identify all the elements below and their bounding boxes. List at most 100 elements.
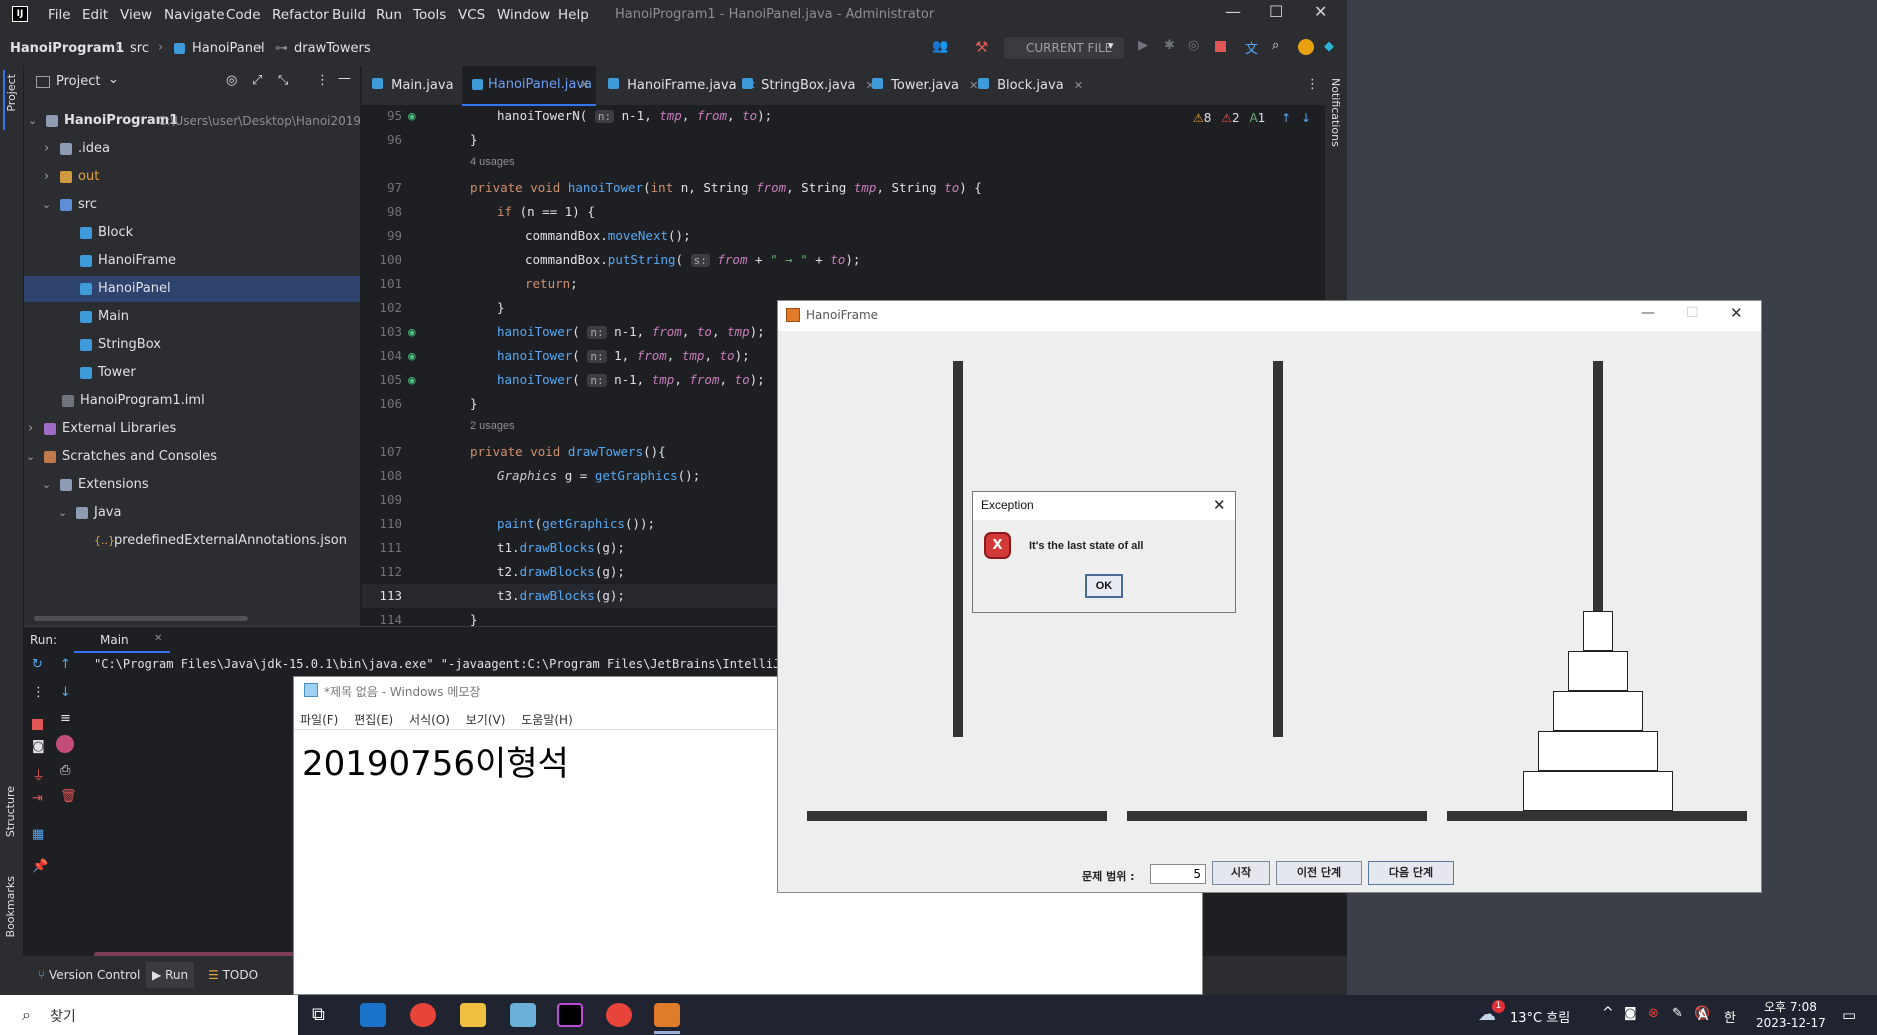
hammer-icon[interactable]: ⚒ [975,38,988,56]
debug-icon[interactable]: ✱ [1164,38,1175,53]
chrome-icon[interactable] [606,1003,632,1027]
run-config-select[interactable]: CURRENT FILE ▾ [1004,37,1124,59]
tree-item-hanoiframe[interactable]: HanoiFrame [24,248,360,274]
menu-navigate[interactable]: Navigate [164,7,225,23]
tab-tower-java[interactable]: Tower.java ✕ [872,78,978,93]
chevron-up-icon[interactable]: ^ [1602,1005,1614,1021]
breadcrumb-folder[interactable]: src [130,41,149,56]
menu-refactor[interactable]: Refactor [272,7,329,23]
hide-icon[interactable]: — [338,71,351,86]
collapse-icon[interactable]: ⤡ [278,73,288,88]
weather-text[interactable]: 13°C 흐림 [1510,1007,1570,1026]
update-icon[interactable] [1298,39,1314,55]
tree-item-java[interactable]: ⌄ Java [24,500,360,526]
notification-center-icon[interactable]: ▭ [1842,1006,1856,1024]
tree-item-out[interactable]: › out [24,164,360,190]
code-line[interactable]: 98 if (n == 1) { [362,200,1347,224]
start-button[interactable]: 시작 [1212,861,1270,885]
taskbar-search[interactable]: ⌕ 찾기 [0,995,298,1035]
horizontal-scrollbar[interactable] [34,616,248,621]
run-icon[interactable]: ▶ [1138,38,1148,53]
close-icon[interactable]: ✕ [1730,304,1743,322]
ime-mode[interactable]: A [1698,1006,1708,1024]
usages-hint[interactable]: 4 usages [362,152,1347,172]
close-icon[interactable]: ✕ [154,633,162,644]
code-line[interactable]: 100 commandBox.putString( s: from + " → "… [362,248,1347,272]
profile-icon[interactable]: ◎ [1188,38,1199,53]
structure-tool-button[interactable]: Structure [4,786,17,837]
ok-button[interactable]: OK [1085,574,1123,598]
clock-time[interactable]: 오후 7:08 [1764,998,1817,1015]
project-panel-title[interactable]: Project [56,74,100,89]
wrap-icon[interactable]: ≡ [60,711,71,726]
print-icon[interactable]: ⎙ [60,763,70,778]
console-output[interactable]: "C:\Program Files\Java\jdk-15.0.1\bin\ja… [94,657,802,671]
notepad-menu-help[interactable]: 도움말(H) [521,713,573,727]
tree-item-main[interactable]: Main [24,304,360,330]
camera-icon[interactable]: ◙ [32,739,45,754]
arrow-down-icon[interactable]: ↓ [60,685,71,700]
ime-language[interactable]: 한 [1724,1007,1736,1026]
users-icon[interactable]: 👥 [932,39,948,54]
java-taskbar-icon[interactable] [654,1003,680,1027]
scroll-end-icon[interactable] [56,735,74,753]
tree-item-src[interactable]: ⌄ src [24,192,360,218]
close-icon[interactable]: ✕ [1213,496,1226,514]
next-step-button[interactable]: 다음 단계 [1368,861,1454,885]
maximize-icon[interactable]: ☐ [1269,2,1283,21]
tab-main-java[interactable]: Main.java ✕ [372,78,473,93]
tree-item-block[interactable]: Block [24,220,360,246]
menu-edit[interactable]: Edit [82,7,108,23]
run-tool-button[interactable]: ▶ Run [146,962,195,988]
tree-item-iml[interactable]: HanoiProgram1.iml [24,388,360,414]
chevron-down-icon[interactable]: ⌄ [108,72,119,87]
clock-date[interactable]: 2023-12-17 [1756,1016,1826,1030]
network-icon[interactable]: ⊗ [1648,1006,1659,1021]
camera-icon[interactable]: ◙ [1624,1006,1637,1021]
stop-icon[interactable] [32,719,43,730]
close-icon[interactable]: ✕ [1074,79,1083,92]
tab-hanoipanel-java[interactable]: HanoiPanel.java ✕ [462,66,596,106]
todo-button[interactable]: ☰ TODO [208,968,258,982]
code-line[interactable]: 99 commandBox.moveNext(); [362,224,1347,248]
tree-item-annotations-json[interactable]: {..} predefinedExternalAnnotations.json [24,528,360,554]
menu-tools[interactable]: Tools [413,7,446,23]
menu-file[interactable]: File [48,7,71,23]
tab-hanoiframe-java[interactable]: HanoiFrame.java ✕ [608,78,756,93]
notepad-menu-edit[interactable]: 편집(E) [354,713,393,727]
minimize-icon[interactable]: — [1225,2,1241,21]
translate-icon[interactable]: 文 [1245,38,1258,57]
range-input[interactable]: 5 [1150,864,1206,884]
tab-more-icon[interactable]: ⋮ [1306,77,1319,92]
menu-help[interactable]: Help [558,7,589,23]
version-control-button[interactable]: ⑂ Version Control [38,968,140,982]
notifications-tool-button[interactable]: Notifications [1329,78,1342,147]
project-tool-button[interactable]: Project [3,70,21,130]
bookmarks-tool-button[interactable]: Bookmarks [4,876,17,937]
menu-build[interactable]: Build [332,7,366,23]
plug-icon[interactable]: ⏚ [32,765,45,784]
tree-item-scratches[interactable]: ⌄ Scratches and Consoles [24,444,360,470]
code-line[interactable]: 96} [362,128,1347,152]
tree-item-external-libraries[interactable]: › External Libraries [24,416,360,442]
tree-item-extensions[interactable]: ⌄ Extensions [24,472,360,498]
code-line[interactable]: 97 private void hanoiTower(int n, String … [362,176,1347,200]
tab-run-main[interactable]: Main ✕ [74,627,170,653]
file-explorer-icon[interactable] [460,1003,486,1027]
arrow-up-icon[interactable]: ↑ [60,657,71,672]
tree-item-tower[interactable]: Tower [24,360,360,386]
close-icon[interactable]: ✕ [969,79,978,92]
layout-icon[interactable]: ▦ [32,827,44,842]
tree-item-stringbox[interactable]: StringBox [24,332,360,358]
task-view-icon[interactable]: ⧉ [312,1004,325,1025]
exit-icon[interactable]: ⇥ [32,791,43,806]
more-icon[interactable]: ⋮ [32,685,45,700]
notepad-taskbar-icon[interactable] [510,1003,536,1027]
tree-item-hanoipanel[interactable]: HanoiPanel [24,276,360,302]
minimize-icon[interactable]: — [1641,305,1655,321]
expand-icon[interactable]: ⤢ [252,73,262,88]
tab-stringbox-java[interactable]: StringBox.java ✕ [742,78,875,93]
target-icon[interactable]: ◎ [226,73,237,88]
pin-icon[interactable]: 📌 [32,859,48,874]
breadcrumb-class[interactable]: HanoiPanel [192,41,265,56]
